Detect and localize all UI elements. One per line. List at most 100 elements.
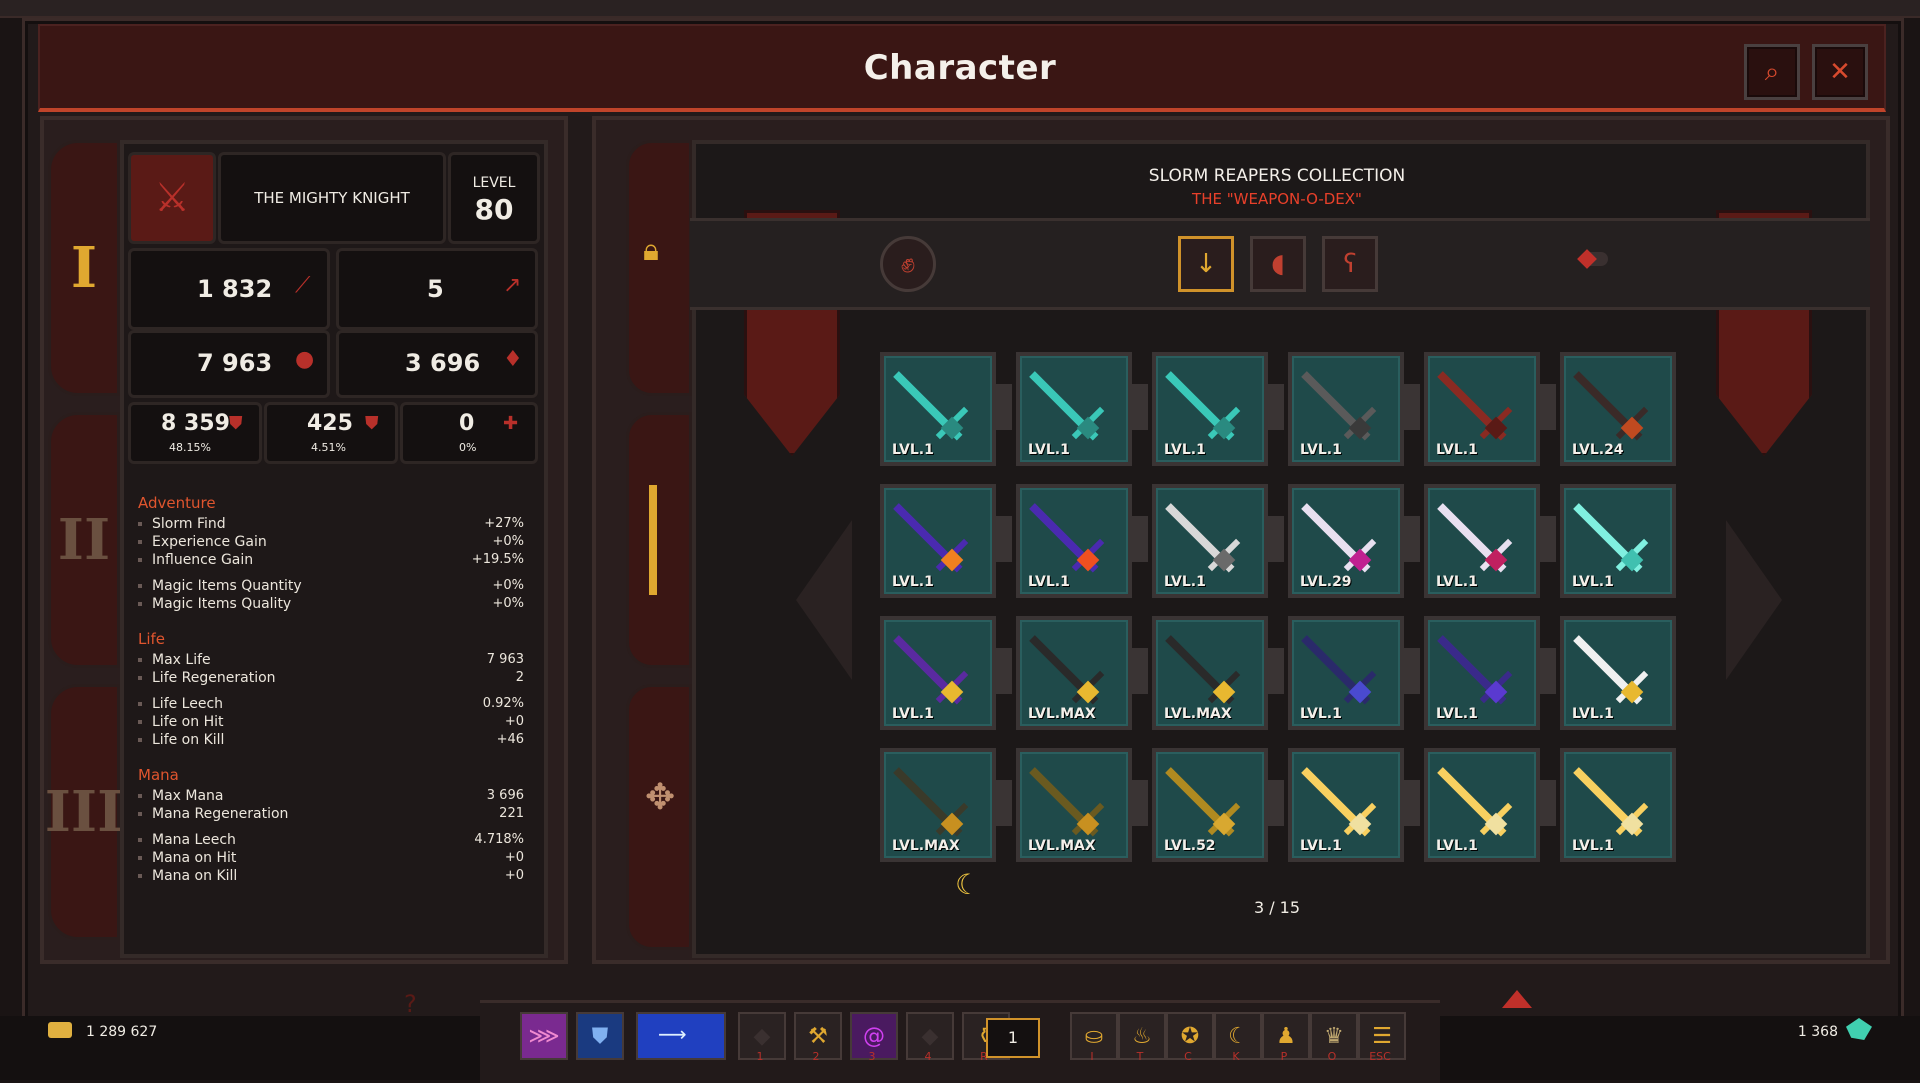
resist-value: 425 (307, 411, 353, 436)
hotkey-label: 4 (924, 1050, 932, 1063)
weapon-slot[interactable]: LVL.1 (1152, 484, 1268, 598)
top-decor-strip (0, 0, 1920, 18)
hotkey-label: ESC (1369, 1050, 1391, 1063)
weapon-level: LVL.MAX (1164, 706, 1232, 722)
weapon-slot[interactable]: LVL.29 (1288, 484, 1404, 598)
slot-connector (996, 516, 1012, 562)
weapon-slot[interactable]: LVL.1 (1424, 616, 1540, 730)
close-button[interactable]: ✕ (1812, 44, 1868, 100)
weapon-slot[interactable]: LVL.1 (1560, 748, 1676, 862)
hotkey-label: 1 (756, 1050, 764, 1063)
search-button[interactable]: ⌕ (1744, 44, 1800, 100)
skill-slot-2[interactable]: ⛊ (576, 1012, 624, 1060)
hotkey-label: C (1184, 1050, 1192, 1063)
tier-tab-2[interactable]: II (48, 412, 120, 668)
skill-slot-1[interactable]: ⋙ (520, 1012, 568, 1060)
weapon-slot[interactable]: LVL.1 (1016, 484, 1132, 598)
section-adventure-title: Adventure (138, 494, 216, 512)
weapon-slot[interactable]: LVL.1 (1424, 352, 1540, 466)
level-label: LEVEL (472, 175, 516, 191)
filter-sword-button[interactable]: ↓ (1178, 236, 1234, 292)
collection-side-tabs: 🔒︎ ✥ (626, 140, 692, 950)
staff-icon: ʕ (1343, 249, 1357, 279)
stat-value: +0% (492, 596, 524, 611)
weapon-slot[interactable]: LVL.1 (880, 484, 996, 598)
weapon-slot[interactable]: LVL.1 (1560, 484, 1676, 598)
filter-shield-button[interactable]: ◖ (1250, 236, 1306, 292)
tier-tab-1[interactable]: I (48, 140, 120, 396)
skill-slot-main[interactable]: ⟶ (636, 1012, 726, 1060)
stat-label: Magic Items Quantity (152, 578, 302, 594)
stat-value: +0 (504, 868, 524, 883)
weapon-level: LVL.1 (1572, 838, 1614, 854)
armor-percent: 48.15% (169, 441, 211, 454)
weapon-slot[interactable]: LVL.MAX (880, 748, 996, 862)
slot-connector (1540, 780, 1556, 826)
menu-icon: ☰ (1372, 1023, 1392, 1049)
slot-connector (1404, 780, 1420, 826)
vortex-icon: @ (863, 1023, 885, 1049)
mana-stat: 3 696 ♦ (336, 330, 538, 398)
slot-connector (996, 780, 1012, 826)
section-mana-title: Mana (138, 766, 179, 784)
slot-connector (1132, 648, 1148, 694)
stat-row: Life Leech 0.92% (138, 696, 524, 712)
weapon-level: LVL.29 (1300, 574, 1352, 590)
stat-value: +19.5% (471, 552, 524, 567)
weapon-slot[interactable]: LVL.1 (1424, 748, 1540, 862)
claw-icon: ⋙ (528, 1023, 560, 1049)
slot-connector (1404, 384, 1420, 430)
side-tab-weapons[interactable] (626, 412, 692, 668)
weapon-slot[interactable]: LVL.1 (1288, 748, 1404, 862)
weapon-slot[interactable]: LVL.1 (1560, 616, 1676, 730)
weapon-slot[interactable]: LVL.52 (1152, 748, 1268, 862)
side-tab-reapers[interactable]: 🔒︎ (626, 140, 692, 396)
hotkey-label: K (1232, 1050, 1240, 1063)
slot-connector (1268, 516, 1284, 562)
stat-label: Mana Leech (152, 832, 236, 848)
weapon-level: LVL.1 (1300, 442, 1342, 458)
crescent-moon-icon: ☾ (955, 868, 981, 901)
hotkey-label: I (1090, 1050, 1094, 1063)
shield-icon: ⛊ (591, 1023, 609, 1049)
weapon-level: LVL.MAX (1028, 838, 1096, 854)
shard-count: 1 368 (1797, 1024, 1838, 1040)
weapon-slot[interactable]: LVL.MAX (1016, 616, 1132, 730)
filter-staff-button[interactable]: ʕ (1322, 236, 1378, 292)
weapon-level: LVL.1 (1436, 706, 1478, 722)
weapon-slot[interactable]: LVL.24 (1560, 352, 1676, 466)
flame-icon: ♨ (1132, 1023, 1152, 1049)
dagger-icon: ✥ (645, 777, 676, 818)
dodge-value: 0 (459, 411, 475, 436)
stat-row: Mana on Kill +0 (138, 868, 524, 884)
stat-label: Magic Items Quality (152, 596, 292, 612)
slot-connector (1540, 648, 1556, 694)
weapon-slot[interactable]: LVL.MAX (1152, 616, 1268, 730)
question-icon[interactable]: ? (404, 990, 417, 1018)
weapon-slot[interactable]: LVL.1 (1016, 352, 1132, 466)
weapon-level: LVL.1 (1436, 574, 1478, 590)
weapon-slot[interactable]: LVL.1 (1424, 484, 1540, 598)
section-life-title: Life (138, 630, 166, 648)
side-tab-skills[interactable]: ✥ (626, 684, 692, 950)
sword-icon: ⟋ (295, 273, 311, 298)
stat-row: Mana Regeneration 221 (138, 806, 524, 822)
sword-icon (649, 485, 657, 595)
dodge-stat: 0 ✚ 0% (400, 402, 538, 464)
stat-row: Magic Items Quality +0% (138, 596, 524, 612)
weapon-slot[interactable]: LVL.1 (880, 616, 996, 730)
damage-stat: 1 832 ⟋ (128, 248, 330, 330)
weapon-slot[interactable]: LVL.1 (1152, 352, 1268, 466)
weapon-slot[interactable]: LVL.1 (1288, 616, 1404, 730)
class-emblem: ⚔ (128, 152, 216, 244)
weapon-slot[interactable]: LVL.MAX (1016, 748, 1132, 862)
weapon-slot[interactable]: LVL.1 (880, 352, 996, 466)
slot-connector (996, 384, 1012, 430)
tier-tab-3[interactable]: III (45, 684, 123, 940)
filter-all-button[interactable]: ✊︎ (880, 236, 936, 292)
resist-percent: 4.51% (311, 441, 346, 454)
mana-drop-icon: ♦ (503, 347, 523, 372)
life-value: 7 963 (197, 349, 273, 377)
weapon-slot[interactable]: LVL.1 (1288, 352, 1404, 466)
life-stat: 7 963 ● (128, 330, 330, 398)
